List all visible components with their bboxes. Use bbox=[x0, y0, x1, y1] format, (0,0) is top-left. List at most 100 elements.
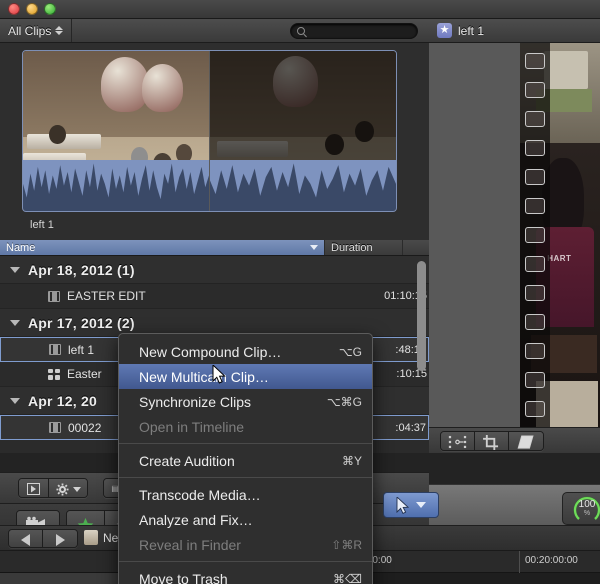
viewer-clip-title: left 1 bbox=[458, 23, 485, 38]
filmstrip-icon bbox=[49, 344, 61, 355]
crop-icon bbox=[483, 434, 499, 450]
zoom-value: 100 bbox=[578, 499, 596, 510]
project-icon bbox=[84, 530, 98, 545]
menu-separator bbox=[119, 443, 372, 444]
chevron-down-icon bbox=[72, 486, 81, 492]
disclosure-triangle-icon[interactable] bbox=[10, 397, 20, 404]
menu-item-shortcut: ⌥⌘G bbox=[326, 394, 362, 409]
clip-group-title: Apr 18, 2012 (1) bbox=[28, 261, 135, 278]
close-button[interactable] bbox=[8, 3, 20, 15]
table-row[interactable]: EASTER EDIT 01:10:15 bbox=[0, 284, 429, 309]
filmstrip-view-icon bbox=[27, 483, 40, 495]
column-header-duration-label: Duration bbox=[331, 241, 373, 254]
search-icon bbox=[297, 27, 305, 35]
clip-name-label: EASTER EDIT bbox=[67, 289, 146, 303]
menu-item[interactable]: Create Audition ⌘Y bbox=[119, 448, 372, 473]
distort-button[interactable] bbox=[509, 432, 543, 450]
viewer-panel: ★ left 1 HART bbox=[429, 19, 600, 453]
preview-frame-2 bbox=[210, 51, 396, 211]
all-clips-label: All Clips bbox=[8, 23, 52, 38]
list-column-headers: Name Duration bbox=[0, 240, 429, 256]
chevron-down-icon bbox=[416, 502, 426, 508]
filmstrip-view-button[interactable] bbox=[19, 479, 49, 497]
viewer-video-frame: HART bbox=[520, 43, 600, 427]
viewer-header: ★ left 1 bbox=[429, 19, 600, 43]
menu-item-label: Create Audition bbox=[139, 452, 235, 469]
clip-group-title: Apr 12, 20 bbox=[28, 392, 97, 409]
clip-name-label: Easter bbox=[67, 367, 102, 381]
viewer-canvas[interactable]: HART bbox=[429, 43, 600, 427]
zoom-dial: 100 % bbox=[572, 494, 600, 524]
menu-item[interactable]: New Multicam Clip… bbox=[119, 364, 372, 389]
menu-item[interactable]: Synchronize Clips ⌥⌘G bbox=[119, 389, 372, 414]
menu-item[interactable]: New Compound Clip… ⌥G bbox=[119, 339, 372, 364]
transform-button[interactable] bbox=[441, 432, 475, 450]
column-header-name[interactable]: Name bbox=[0, 240, 325, 255]
clip-group-title: Apr 17, 2012 (2) bbox=[28, 314, 135, 331]
clip-preview-area: left 1 bbox=[0, 43, 429, 264]
search-input[interactable] bbox=[309, 25, 409, 37]
crop-button[interactable] bbox=[475, 432, 509, 450]
browser-toolbar: All Clips bbox=[0, 19, 429, 43]
clip-group-row[interactable]: Apr 18, 2012 (1) bbox=[0, 256, 429, 284]
compound-clip-icon bbox=[48, 368, 60, 380]
clip-name-label: 00022 bbox=[68, 420, 102, 435]
menu-item-shortcut: ⌥G bbox=[338, 344, 362, 359]
disclosure-triangle-icon[interactable] bbox=[10, 319, 20, 326]
forward-button[interactable] bbox=[43, 530, 77, 547]
window-titlebar bbox=[0, 0, 600, 19]
zoom-button[interactable] bbox=[44, 3, 56, 15]
zoom-level-indicator[interactable]: 100 % bbox=[562, 492, 600, 525]
view-mode-group bbox=[18, 478, 88, 498]
project-name-display[interactable]: Ne bbox=[84, 530, 118, 545]
distort-icon bbox=[517, 435, 534, 449]
menu-separator bbox=[119, 477, 372, 478]
menu-item[interactable]: Transcode Media… bbox=[119, 482, 372, 507]
clip-list-scrollbar[interactable] bbox=[417, 261, 426, 371]
clip-appearance-button[interactable] bbox=[49, 479, 87, 497]
audio-waveform bbox=[210, 159, 396, 211]
menu-item-shortcut: ⌘⌫ bbox=[333, 571, 362, 584]
menu-item[interactable]: Analyze and Fix… bbox=[119, 507, 372, 532]
disclosure-triangle-icon[interactable] bbox=[10, 266, 20, 273]
viewer-bottom-bar bbox=[429, 427, 600, 453]
arrow-right-icon bbox=[55, 533, 65, 546]
context-menu[interactable]: New Compound Clip… ⌥G New Multicam Clip… Sy… bbox=[118, 333, 373, 584]
preview-frame-1 bbox=[23, 51, 210, 211]
window-controls bbox=[8, 3, 56, 15]
zoom-unit: % bbox=[583, 510, 591, 517]
search-field[interactable] bbox=[290, 23, 418, 39]
menu-item-label: Reveal in Finder bbox=[139, 536, 241, 553]
filmstrip-icon bbox=[48, 290, 60, 302]
menu-item-label: Open in Timeline bbox=[139, 418, 245, 435]
final-cut-pro-window: All Clips left 1 Name Duration Apr 18, 2… bbox=[0, 0, 600, 584]
sort-descending-icon bbox=[310, 245, 318, 250]
minimize-button[interactable] bbox=[26, 3, 38, 15]
menu-item-label: Move to Trash bbox=[139, 570, 228, 584]
menu-item: Open in Timeline bbox=[119, 414, 372, 439]
menu-item-label: New Multicam Clip… bbox=[139, 368, 269, 385]
preview-filmstrip[interactable] bbox=[22, 50, 397, 212]
menu-item-label: New Compound Clip… bbox=[139, 343, 282, 360]
menu-item-shortcut: ⇧⌘R bbox=[331, 537, 362, 552]
menu-item-label: Transcode Media… bbox=[139, 486, 261, 503]
column-header-name-label: Name bbox=[6, 241, 36, 254]
gear-icon bbox=[55, 482, 69, 496]
select-tool-button[interactable] bbox=[383, 492, 439, 518]
clip-name-label: left 1 bbox=[68, 342, 95, 357]
column-header-duration[interactable]: Duration bbox=[325, 240, 403, 255]
menu-item-label: Analyze and Fix… bbox=[139, 511, 253, 528]
menu-item-label: Synchronize Clips bbox=[139, 393, 252, 410]
menu-item: Reveal in Finder ⇧⌘R bbox=[119, 532, 372, 557]
arrow-left-icon bbox=[21, 533, 30, 546]
nav-buttons-group bbox=[8, 529, 78, 548]
favorite-badge-icon: ★ bbox=[437, 23, 452, 38]
preview-clip-label: left 1 bbox=[30, 219, 54, 231]
ruler-tick: 00:20:00:00 bbox=[519, 551, 578, 573]
menu-item[interactable]: Move to Trash ⌘⌫ bbox=[119, 566, 372, 584]
all-clips-popup[interactable]: All Clips bbox=[0, 19, 73, 42]
filmstrip-icon bbox=[49, 422, 61, 433]
clip-name-cell: EASTER EDIT bbox=[0, 289, 351, 303]
back-button[interactable] bbox=[9, 530, 43, 547]
column-header-spacer bbox=[403, 240, 429, 255]
